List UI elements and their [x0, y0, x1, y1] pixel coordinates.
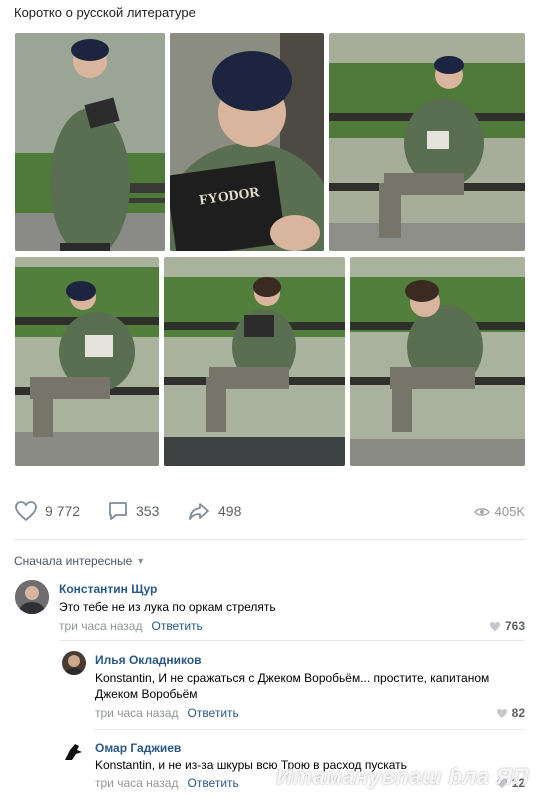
comment-time: три часа назад [95, 776, 179, 790]
comment-author[interactable]: Константин Щур [59, 582, 157, 596]
heart-icon [489, 621, 500, 631]
avatar[interactable] [62, 651, 86, 675]
photo-3[interactable] [329, 33, 525, 251]
comments-count: 353 [136, 503, 160, 519]
comment-like-button[interactable]: 763 [489, 619, 525, 633]
shares-count: 498 [218, 503, 242, 519]
comment-author[interactable]: Илья Окладников [95, 653, 202, 667]
comment-like-button[interactable]: 82 [496, 706, 525, 720]
heart-icon [496, 708, 507, 718]
comment-text: Это тебе не из лука по оркам стрелять [59, 600, 276, 614]
chevron-down-icon: ▼ [136, 556, 146, 566]
comment-like-count: 763 [504, 619, 525, 633]
comment-meta: три часа назад Ответить [59, 619, 203, 633]
comment-meta: три часа назад Ответить [95, 706, 239, 720]
comment-button[interactable]: 353 [107, 500, 159, 522]
comment-meta: три часа назад Ответить [95, 776, 239, 790]
divider [94, 729, 525, 730]
share-icon [189, 503, 209, 520]
post-title: Коротко о русской литературе [14, 5, 196, 20]
views-count: 405K [494, 504, 525, 519]
reply-link[interactable]: Ответить [151, 619, 202, 633]
comment-time: три часа назад [95, 706, 179, 720]
comment-reply: Илья Окладников Konstantin, И не сражать… [62, 651, 525, 723]
comment-text: Konstantin, И не сражаться с Джеком Воро… [95, 671, 490, 701]
divider [59, 640, 525, 641]
eye-icon [473, 507, 490, 516]
comment-author[interactable]: Омар Гаджиев [95, 741, 181, 755]
likes-count: 9 772 [45, 503, 81, 519]
divider [14, 539, 525, 540]
comment-icon [109, 502, 127, 520]
comment-time: три часа назад [59, 619, 143, 633]
avatar[interactable] [62, 740, 86, 764]
reply-link[interactable]: Ответить [187, 776, 238, 790]
like-button[interactable]: 9 772 [14, 500, 80, 522]
post-actions: 9 772 353 498 405K [14, 500, 525, 530]
comment-like-count: 82 [511, 706, 525, 720]
comment: Константин Щур Это тебе не из лука по ор… [15, 580, 525, 636]
photo-5[interactable] [164, 257, 345, 466]
views-counter: 405K [473, 504, 525, 519]
photo-6[interactable] [350, 257, 525, 466]
share-button[interactable]: 498 [187, 500, 241, 522]
comments-sort[interactable]: Сначала интересные ▼ [14, 554, 145, 568]
avatar[interactable] [15, 580, 49, 614]
reply-link[interactable]: Ответить [187, 706, 238, 720]
photo-4[interactable] [15, 257, 159, 466]
photo-1[interactable] [15, 33, 165, 251]
photo-2[interactable]: FYODOR [170, 33, 324, 251]
watermark-text: Иmaмaнyвnaш ɓлa ЯП [276, 764, 529, 789]
sort-label: Сначала интересные [14, 554, 133, 568]
heart-icon [15, 501, 37, 522]
